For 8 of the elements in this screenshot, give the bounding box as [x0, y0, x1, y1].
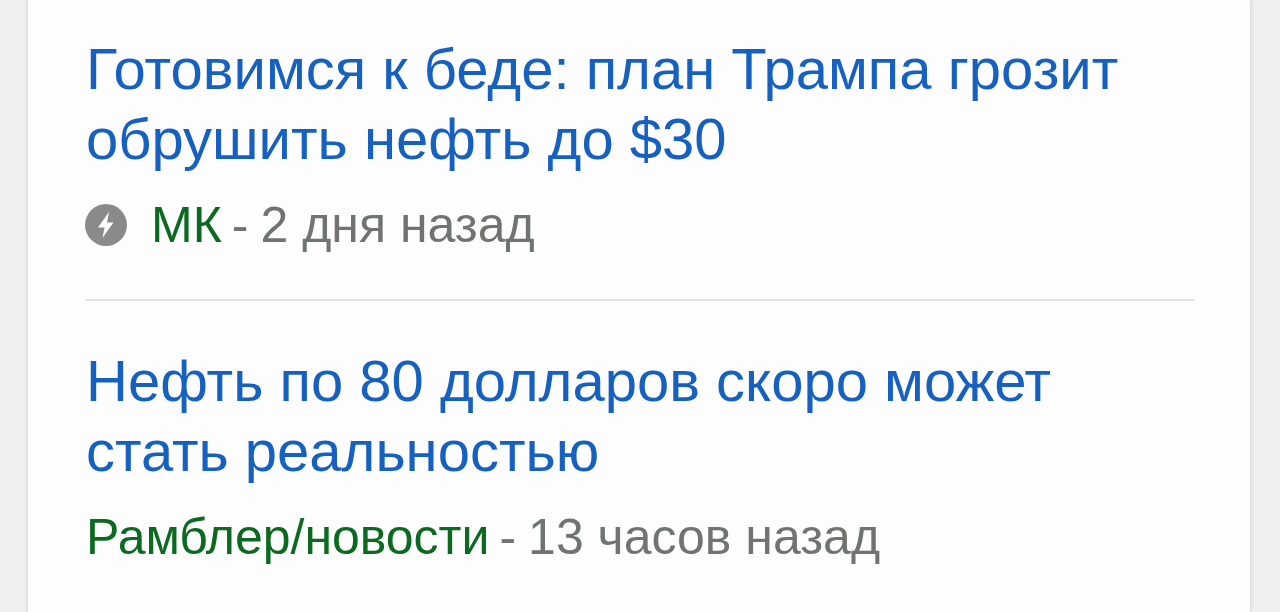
- separator: -: [231, 199, 249, 251]
- source-name: Рамблер/новости: [86, 511, 490, 563]
- separator: -: [499, 511, 517, 563]
- headline-link[interactable]: Готовимся к беде: план Трампа грозит обрушить нефть до $30: [86, 34, 1161, 174]
- headline-link[interactable]: Нефть по 80 долларов скоро может стать реальностью: [86, 346, 1161, 486]
- timestamp: 2 дня назад: [260, 199, 535, 251]
- source-name: МК: [151, 199, 222, 251]
- timestamp: 13 часов назад: [528, 511, 881, 563]
